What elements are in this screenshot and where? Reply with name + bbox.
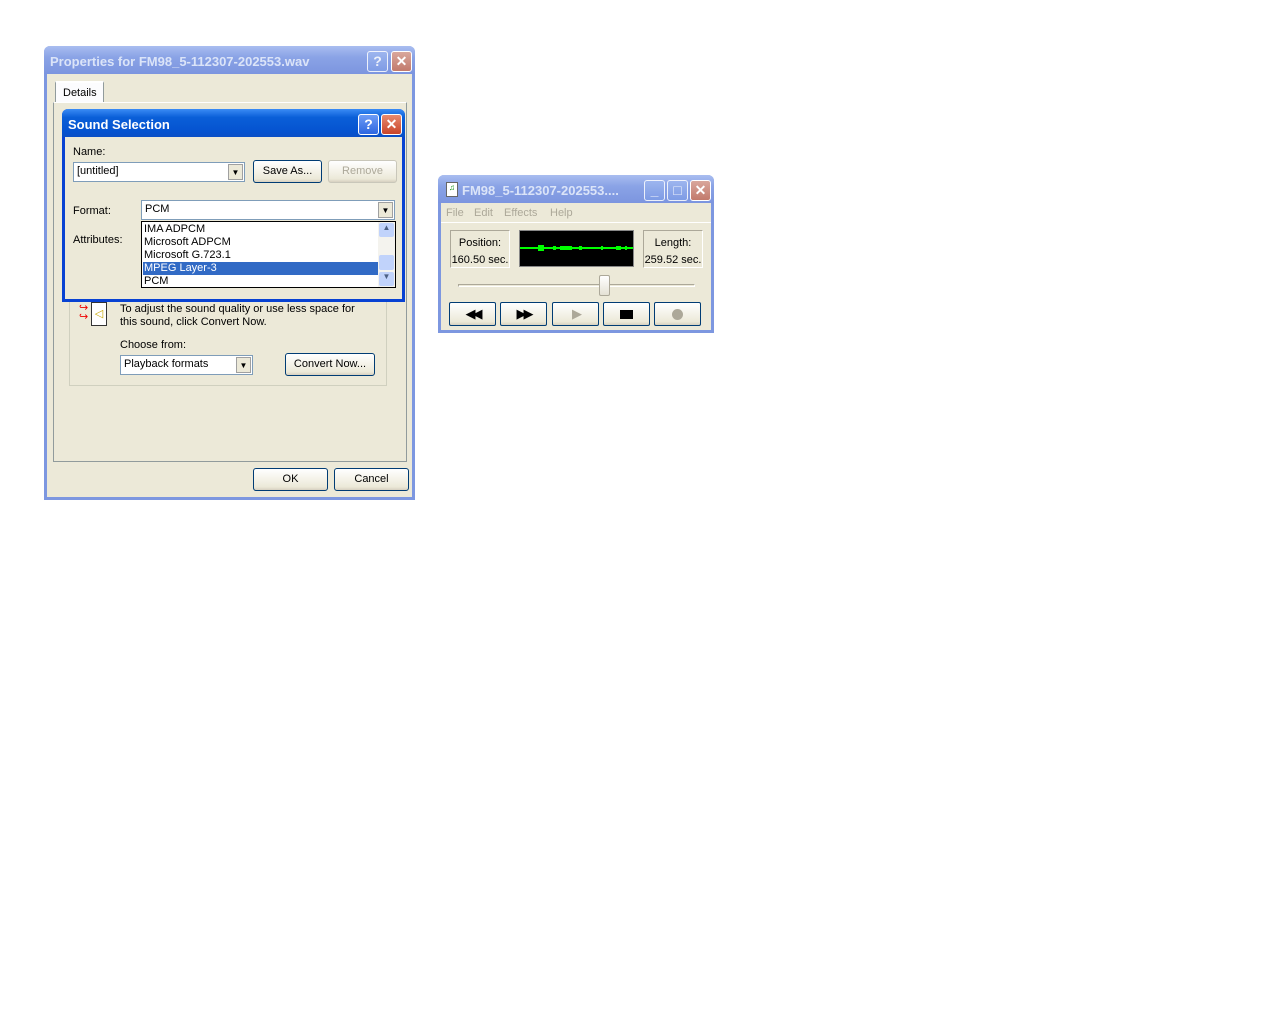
convert-text-1: To adjust the sound quality or use less … [120, 303, 355, 315]
save-as-button[interactable]: Save As... [253, 160, 322, 183]
list-item[interactable]: Microsoft G.723.1 [143, 249, 378, 262]
length-display: Length: 259.52 sec. [643, 230, 703, 268]
maximize-icon[interactable]: □ [667, 180, 688, 201]
window-title: Properties for FM98_5-112307-202553.wav [50, 54, 310, 69]
list-scrollbar[interactable]: ▲ ▼ [378, 222, 395, 287]
scroll-down-icon[interactable]: ▼ [379, 272, 394, 286]
scroll-up-icon[interactable]: ▲ [379, 223, 394, 237]
help-icon[interactable]: ? [358, 114, 379, 135]
remove-button: Remove [328, 160, 397, 183]
convert-text-2: this sound, click Convert Now. [120, 316, 267, 328]
menu-edit[interactable]: Edit [474, 207, 493, 219]
length-value: 259.52 sec. [644, 254, 702, 266]
menu-bar: File Edit Effects Help [441, 205, 711, 223]
dropdown-value: [untitled] [77, 165, 119, 177]
properties-title-bar[interactable]: Properties for FM98_5-112307-202553.wav [44, 46, 415, 74]
format-label: Format: [73, 205, 111, 217]
list-item[interactable]: Microsoft ADPCM [143, 236, 378, 249]
sound-selection-title-bar[interactable]: Sound Selection [62, 109, 405, 137]
chevron-down-icon[interactable]: ▼ [236, 357, 251, 373]
menu-help[interactable]: Help [550, 207, 573, 219]
convert-now-button[interactable]: Convert Now... [285, 353, 375, 376]
waveform-display [519, 230, 634, 267]
attributes-label: Attributes: [73, 234, 123, 246]
position-label: Position: [458, 237, 502, 249]
close-icon[interactable]: ✕ [381, 114, 402, 135]
position-value: 160.50 sec. [451, 254, 509, 266]
chevron-down-icon[interactable]: ▼ [378, 202, 393, 218]
record-icon [672, 309, 683, 321]
cancel-button[interactable]: Cancel [334, 468, 409, 491]
waveform [520, 245, 633, 251]
dropdown-value: PCM [145, 203, 170, 215]
list-item[interactable]: IMA ADPCM [143, 223, 378, 236]
scroll-thumb[interactable] [379, 255, 394, 270]
fast-forward-icon: ▶▶ [516, 306, 534, 321]
tab-label: Details [63, 87, 97, 99]
rewind-icon: ◀◀ [465, 306, 483, 321]
name-dropdown[interactable]: [untitled] ▼ [73, 162, 245, 182]
stop-icon [620, 310, 633, 320]
wav-file-icon: ♫ [446, 182, 458, 197]
menu-file[interactable]: File [446, 207, 464, 219]
name-label: Name: [73, 146, 106, 158]
seek-end-button[interactable]: ▶▶ [500, 302, 547, 326]
list-item-selected[interactable]: MPEG Layer-3 [143, 262, 378, 275]
list-item[interactable]: PCM [143, 275, 378, 288]
chevron-down-icon[interactable]: ▼ [228, 164, 243, 180]
stop-button[interactable] [603, 302, 650, 326]
minimize-icon[interactable]: _ [644, 180, 665, 201]
format-dropdown-list: IMA ADPCM Microsoft ADPCM Microsoft G.72… [141, 221, 396, 288]
choose-from-dropdown[interactable]: Playback formats ▼ [120, 355, 253, 375]
position-slider-thumb[interactable] [599, 275, 611, 296]
length-label: Length: [654, 237, 692, 249]
sound-selection-dialog: Sound Selection ? ✕ Name: [untitled] ▼ Sa… [62, 109, 405, 302]
dropdown-value: Playback formats [124, 358, 209, 370]
dialog-title: Sound Selection [68, 117, 170, 132]
position-slider-track[interactable] [458, 284, 695, 287]
tab-details[interactable]: Details [55, 81, 104, 103]
window-title: FM98_5-112307-202553.... [462, 183, 619, 198]
convert-sound-icon: ↪ ↪ ◁ [79, 302, 113, 330]
record-button[interactable] [654, 302, 701, 326]
format-dropdown[interactable]: PCM ▼ [141, 200, 395, 220]
choose-from-label: Choose from: [120, 339, 187, 351]
ok-button[interactable]: OK [253, 468, 328, 491]
seek-start-button[interactable]: ◀◀ [449, 302, 496, 326]
close-icon[interactable]: ✕ [391, 51, 412, 72]
position-display: Position: 160.50 sec. [450, 230, 510, 268]
play-button[interactable]: ▶ [552, 302, 599, 326]
play-icon: ▶ [572, 306, 582, 321]
help-icon[interactable]: ? [367, 51, 388, 72]
close-icon[interactable]: ✕ [690, 180, 711, 201]
menu-effects[interactable]: Effects [504, 207, 537, 219]
